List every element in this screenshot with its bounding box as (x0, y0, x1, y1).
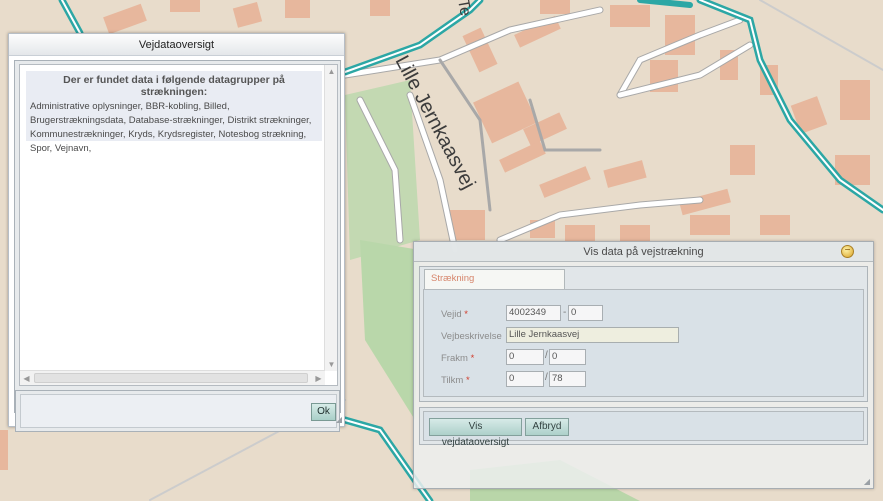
tilkm-label: Tilkm * (441, 375, 470, 386)
afbryd-button[interactable]: Afbryd (525, 418, 569, 436)
frakm-m-field[interactable]: 0 (549, 349, 586, 365)
scroll-left-icon[interactable]: ◀ (20, 372, 33, 385)
straekning-panel: Strækning Vejid * 4002349 - 0 Vejbeskriv… (419, 266, 868, 402)
vejdataoversigt-content-frame: Der er fundet data i følgende datagruppe… (14, 60, 341, 432)
vejdataoversigt-button-bar-inner: Ok (20, 394, 337, 428)
horizontal-scroll-thumb[interactable] (34, 373, 308, 383)
resize-handle-icon[interactable]: ◢ (864, 477, 870, 486)
vis-data-title: Vis data på vejstrækning (583, 246, 704, 258)
datagroups-heading: Der er fundet data i følgende datagruppe… (63, 74, 285, 98)
frakm-separator: / (545, 350, 548, 361)
tab-straekning[interactable]: Strækning (424, 269, 565, 289)
vejdataoversigt-titlebar[interactable]: Vejdataoversigt (9, 34, 344, 56)
tilkm-km-field[interactable]: 0 (506, 371, 544, 387)
horizontal-scrollbar[interactable]: ◀ ▶ (20, 370, 325, 385)
scroll-right-icon[interactable]: ▶ (312, 372, 325, 385)
vejid-separator: - (563, 307, 567, 318)
required-marker: * (470, 353, 475, 364)
vejdataoversigt-dialog: Vejdataoversigt Der er fundet data i føl… (8, 33, 345, 432)
vejdataoversigt-button-bar: Ok (15, 390, 340, 432)
resize-handle-icon[interactable]: ◢ (336, 415, 342, 424)
vejbeskrivelse-field[interactable]: Lille Jernkaasvej (506, 327, 679, 343)
vis-data-button-panel: Vis vejdataoversigt Afbryd (419, 407, 868, 448)
vejid-sub-field[interactable]: 0 (568, 305, 603, 321)
vejid-label: Vejid * (441, 309, 468, 320)
vis-data-titlebar[interactable]: Vis data på vejstrækning (414, 242, 873, 262)
ok-button[interactable]: Ok (311, 403, 336, 421)
vis-data-dialog: Vis data på vejstrækning − Strækning Vej… (413, 241, 874, 489)
vejdataoversigt-title: Vejdataoversigt (138, 39, 215, 51)
tilkm-m-field[interactable]: 78 (549, 371, 586, 387)
vejbeskrivelse-label: Vejbeskrivelse (441, 331, 502, 342)
required-marker: * (464, 309, 468, 320)
vejid-field[interactable]: 4002349 (506, 305, 561, 321)
vertical-scrollbar[interactable]: ▲ ▼ (324, 65, 337, 371)
map-street-label-top: Te (454, 0, 474, 17)
vis-vejdataoversigt-button[interactable]: Vis vejdataoversigt (429, 418, 522, 448)
datagroups-infobox: Der er fundet data i følgende datagruppe… (26, 71, 322, 154)
scroll-up-icon[interactable]: ▲ (325, 65, 338, 78)
datagroups-list: Administrative oplysninger, BBR-kobling,… (30, 101, 312, 154)
vejdataoversigt-content: Der er fundet data i følgende datagruppe… (19, 64, 338, 386)
required-marker: * (465, 375, 470, 386)
straekning-tabpanel: Vejid * 4002349 - 0 Vejbeskrivelse Lille… (423, 289, 864, 397)
scroll-down-icon[interactable]: ▼ (325, 358, 338, 371)
frakm-km-field[interactable]: 0 (506, 349, 544, 365)
vis-data-button-panel-inner: Vis vejdataoversigt Afbryd (423, 411, 864, 448)
map-park-area (345, 80, 420, 260)
close-icon[interactable]: − (841, 245, 854, 258)
tilkm-separator: / (545, 372, 548, 383)
frakm-label: Frakm * (441, 353, 475, 364)
